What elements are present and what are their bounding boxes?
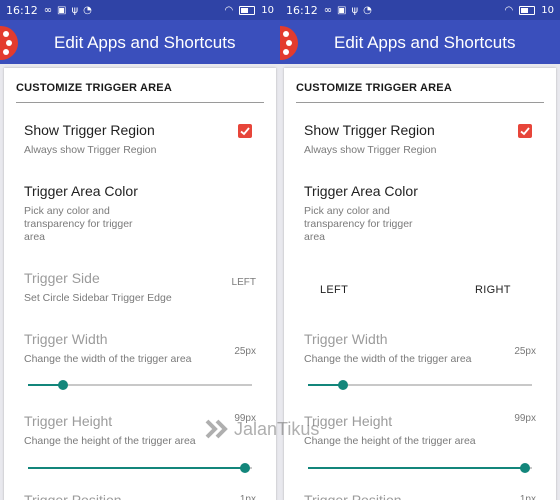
section-header: CUSTOMIZE TRIGGER AREA [16, 82, 172, 94]
pref-trigger-width-title[interactable]: Trigger Width [24, 331, 108, 347]
section-divider [16, 102, 264, 103]
pref-trigger-area-color-summary-3: area [24, 231, 46, 243]
pref-trigger-area-color-summary-2: transparency for trigger [304, 218, 413, 230]
pref-trigger-position-title[interactable]: Trigger Position [304, 492, 402, 500]
battery-level: 10 [261, 4, 274, 16]
status-bar: 16:12 ∞ ▣ ψ ◔ ◠ 10 [0, 0, 280, 20]
status-time: 16:12 [286, 3, 318, 17]
slider-thumb[interactable] [338, 380, 348, 390]
section-divider [296, 102, 544, 103]
pref-trigger-side-summary: Set Circle Sidebar Trigger Edge [24, 292, 172, 304]
pref-show-trigger-region-title[interactable]: Show Trigger Region [304, 122, 435, 138]
wifi-icon: ◠ [504, 4, 514, 16]
trigger-side-right-option[interactable]: RIGHT [475, 284, 511, 296]
trigger-side-left-option[interactable]: LEFT [320, 284, 348, 296]
slider-fill [28, 467, 245, 469]
pref-trigger-area-color-summary-3: area [304, 231, 326, 243]
pref-trigger-height-value: 99px [514, 413, 536, 424]
pref-trigger-position-title[interactable]: Trigger Position [24, 492, 122, 500]
status-bar: 16:12 ∞ ▣ ψ ◔ ◠ 10 [280, 0, 560, 20]
pref-trigger-width-summary: Change the width of the trigger area [24, 353, 192, 365]
watermark-logo-icon [205, 419, 228, 439]
cast-icon: ◔ [363, 4, 372, 16]
show-trigger-region-checkbox[interactable] [518, 124, 532, 138]
slider-thumb[interactable] [240, 463, 250, 473]
usb-icon: ψ [351, 4, 359, 16]
pref-trigger-position-value: 1px [519, 494, 536, 500]
image-icon: ▣ [57, 4, 67, 16]
usb-icon: ψ [71, 4, 79, 16]
pref-trigger-side-value: LEFT [231, 277, 256, 288]
battery-level: 10 [541, 4, 554, 16]
app-bar: Edit Apps and Shortcuts [0, 20, 280, 64]
checkmark-icon [520, 127, 530, 136]
pref-trigger-height-summary: Change the height of the trigger area [304, 435, 476, 447]
app-title: Edit Apps and Shortcuts [334, 33, 516, 52]
pref-trigger-area-color-summary-2: transparency for trigger [24, 218, 133, 230]
phone-screen-right: 16:12 ∞ ▣ ψ ◔ ◠ 10 Edit Apps and Shortcu… [280, 0, 560, 500]
pref-trigger-side-title[interactable]: Trigger Side [24, 270, 100, 286]
battery-icon [239, 5, 256, 15]
pref-show-trigger-region-summary: Always show Trigger Region [24, 144, 157, 156]
pref-show-trigger-region-title[interactable]: Show Trigger Region [24, 122, 155, 138]
trigger-height-slider[interactable] [28, 463, 252, 473]
show-trigger-region-checkbox[interactable] [238, 124, 252, 138]
pref-trigger-position-value: 1px [239, 494, 256, 500]
wifi-icon: ◠ [224, 4, 234, 16]
pref-trigger-height-title[interactable]: Trigger Height [24, 413, 112, 429]
cast-icon: ◔ [83, 4, 92, 16]
pref-trigger-area-color-title[interactable]: Trigger Area Color [24, 183, 138, 199]
status-time: 16:12 [6, 3, 38, 17]
pref-trigger-width-value: 25px [514, 346, 536, 357]
battery-icon [519, 5, 536, 15]
app-logo-icon[interactable] [280, 26, 298, 60]
pref-trigger-area-color-summary-1: Pick any color and [24, 205, 110, 217]
app-title: Edit Apps and Shortcuts [54, 33, 236, 52]
pref-trigger-height-summary: Change the height of the trigger area [24, 435, 196, 447]
image-icon: ▣ [337, 4, 347, 16]
trigger-height-slider[interactable] [308, 463, 532, 473]
app-bar: Edit Apps and Shortcuts [280, 20, 560, 64]
watermark: JalanTikus [205, 418, 319, 440]
slider-thumb[interactable] [58, 380, 68, 390]
trigger-width-slider[interactable] [28, 380, 252, 390]
infinity-icon: ∞ [43, 4, 53, 16]
pref-trigger-width-value: 25px [234, 346, 256, 357]
infinity-icon: ∞ [323, 4, 333, 16]
slider-thumb[interactable] [520, 463, 530, 473]
app-logo-icon[interactable] [0, 26, 18, 60]
settings-card: CUSTOMIZE TRIGGER AREA Show Trigger Regi… [284, 68, 556, 500]
checkmark-icon [240, 127, 250, 136]
slider-fill [308, 467, 525, 469]
pref-trigger-area-color-title[interactable]: Trigger Area Color [304, 183, 418, 199]
section-header: CUSTOMIZE TRIGGER AREA [296, 82, 452, 94]
pref-trigger-width-title[interactable]: Trigger Width [304, 331, 388, 347]
pref-trigger-area-color-summary-1: Pick any color and [304, 205, 390, 217]
pref-show-trigger-region-summary: Always show Trigger Region [304, 144, 437, 156]
trigger-width-slider[interactable] [308, 380, 532, 390]
pref-trigger-width-summary: Change the width of the trigger area [304, 353, 472, 365]
watermark-text: JalanTikus [234, 418, 320, 439]
